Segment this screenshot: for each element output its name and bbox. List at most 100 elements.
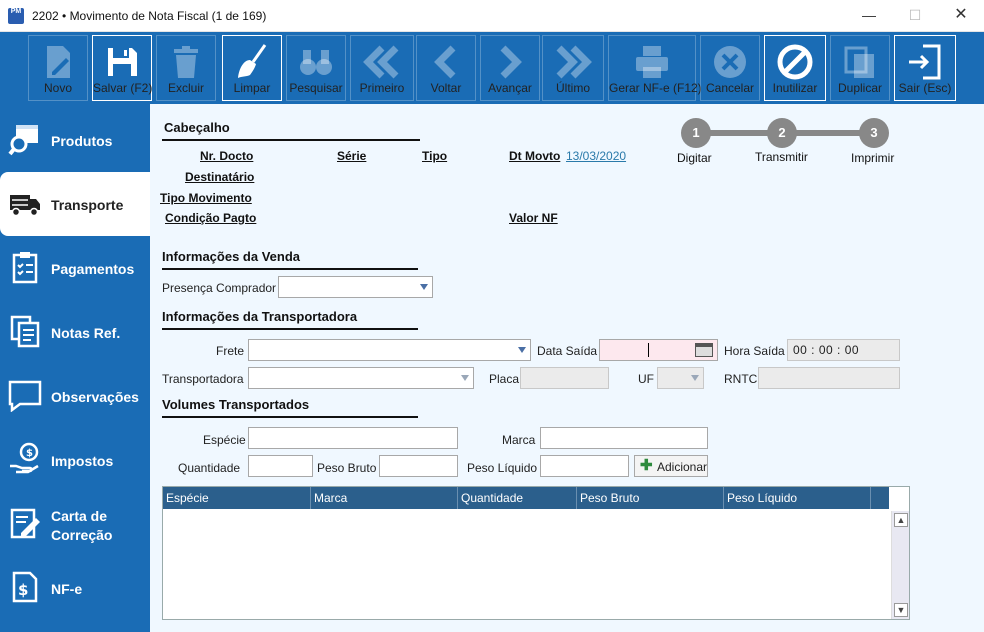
search-button[interactable]: Pesquisar: [286, 35, 346, 101]
scroll-down-icon[interactable]: ▼: [894, 603, 908, 617]
step-2-label: Transmitir: [755, 150, 808, 164]
edit-document-icon: [10, 508, 40, 539]
placa-label: Placa: [489, 372, 520, 386]
money-document-icon: $: [12, 571, 38, 603]
sidebar-item-label: Carta de: [51, 508, 108, 524]
sidebar-item-observacoes[interactable]: Observações: [0, 364, 150, 428]
peso-liquido-input[interactable]: [540, 455, 629, 477]
step-2-circle: 2: [767, 118, 797, 148]
header-section-title: Cabeçalho: [164, 120, 230, 135]
transportadora-section-divider: [162, 328, 418, 330]
prohibited-icon: [765, 36, 825, 82]
rntc-input[interactable]: [758, 367, 900, 389]
binoculars-icon: [287, 36, 345, 82]
transportadora-select[interactable]: [248, 367, 474, 389]
transportadora-label: Transportadora: [162, 372, 244, 386]
hora-saida-label: Hora Saída: [724, 344, 785, 358]
frete-select[interactable]: [248, 339, 531, 361]
hora-saida-value: 00 : 00 : 00: [793, 343, 860, 357]
chevron-left-icon: [417, 36, 475, 82]
venda-section-title: Informações da Venda: [162, 249, 300, 264]
clipboard-list-icon: [12, 252, 38, 284]
clear-button[interactable]: Limpar: [222, 35, 282, 101]
minimize-button[interactable]: —: [846, 0, 892, 32]
generate-nfe-button[interactable]: Gerar NF-e (F12): [608, 35, 702, 101]
save-button[interactable]: Salvar (F2): [92, 35, 152, 101]
sidebar-item-notas-ref[interactable]: Notas Ref.: [0, 300, 150, 364]
sidebar-item-produtos[interactable]: Produtos: [0, 108, 150, 172]
delete-button[interactable]: Excluir: [156, 35, 216, 101]
header-section-divider: [162, 139, 420, 141]
plus-icon: ✚: [640, 457, 653, 474]
tipo-label: Tipo: [422, 149, 448, 163]
truck-icon: [10, 195, 40, 217]
calendar-icon[interactable]: [695, 343, 713, 357]
text-cursor: [648, 343, 649, 357]
placa-input[interactable]: [520, 367, 609, 389]
copy-icon: [831, 36, 889, 82]
marca-input[interactable]: [540, 427, 708, 449]
presenca-comprador-label: Presença Comprador: [162, 281, 277, 295]
peso-bruto-input[interactable]: [379, 455, 458, 477]
back-button[interactable]: Voltar: [416, 35, 476, 101]
sidebar-item-transporte[interactable]: Transporte: [0, 172, 150, 236]
valor-nf-label: Valor NF: [509, 211, 558, 225]
documents-icon: [10, 315, 40, 348]
step-1-circle: 1: [681, 118, 711, 148]
column-header-especie[interactable]: Espécie: [163, 487, 311, 509]
column-header-quantidade[interactable]: Quantidade: [458, 487, 577, 509]
printer-icon: [609, 36, 695, 82]
rntc-label: RNTC: [724, 372, 758, 386]
column-header-peso-bruto[interactable]: Peso Bruto: [577, 487, 724, 509]
table-header: Espécie Marca Quantidade Peso Bruto Peso…: [163, 487, 871, 509]
window-title: 2202 • Movimento de Nota Fiscal (1 de 16…: [32, 9, 267, 23]
maximize-button[interactable]: ☐: [892, 0, 938, 32]
last-button[interactable]: Último: [542, 35, 604, 101]
scroll-up-icon[interactable]: ▲: [894, 513, 908, 527]
x-circle-icon: [701, 36, 759, 82]
tipo-movimento-label: Tipo Movimento: [160, 191, 252, 205]
speech-bubble-icon: [8, 380, 42, 412]
column-header-marca[interactable]: Marca: [311, 487, 458, 509]
data-saida-input[interactable]: [599, 339, 718, 361]
table-scrollbar[interactable]: ▲ ▼: [891, 511, 909, 619]
main-panel: Cabeçalho Nr. Docto Série Tipo Dt Movto …: [150, 104, 984, 632]
peso-liquido-label: Peso Líquido: [467, 461, 538, 475]
cancel-button[interactable]: Cancelar: [700, 35, 760, 101]
dt-movto-label: Dt Movto: [509, 149, 561, 163]
toolbar: Novo Salvar (F2) Excluir Limpar Pesquisa…: [0, 32, 984, 104]
step-3-label: Imprimir: [851, 151, 895, 165]
peso-bruto-label: Peso Bruto: [317, 461, 377, 475]
especie-input[interactable]: [248, 427, 458, 449]
double-chevron-left-icon: [351, 36, 413, 82]
app-logo-icon: PM: [8, 8, 24, 24]
first-button[interactable]: Primeiro: [350, 35, 414, 101]
box-search-icon: [8, 125, 38, 156]
add-volume-button[interactable]: ✚ Adicionar: [634, 455, 708, 477]
new-button[interactable]: Novo: [28, 35, 88, 101]
uf-select[interactable]: [657, 367, 704, 389]
duplicate-button[interactable]: Duplicar: [830, 35, 890, 101]
quantidade-input[interactable]: [248, 455, 313, 477]
column-header-peso-liquido[interactable]: Peso Líquido: [724, 487, 871, 509]
inutilizar-button[interactable]: Inutilizar: [764, 35, 826, 101]
exit-button[interactable]: Sair (Esc): [894, 35, 956, 101]
trash-icon: [157, 36, 215, 82]
forward-button[interactable]: Avançar: [480, 35, 540, 101]
hora-saida-input[interactable]: 00 : 00 : 00: [787, 339, 900, 361]
marca-label: Marca: [502, 433, 536, 447]
sidebar-item-nfe[interactable]: $ NF-e: [0, 556, 150, 620]
chevron-down-icon: [691, 375, 699, 381]
especie-label: Espécie: [203, 433, 246, 447]
sidebar-item-pagamentos[interactable]: Pagamentos: [0, 236, 150, 300]
close-button[interactable]: ✕: [938, 0, 984, 32]
step-1-label: Digitar: [677, 151, 712, 165]
dt-movto-value[interactable]: 13/03/2020: [566, 149, 626, 163]
presenca-comprador-select[interactable]: [278, 276, 433, 298]
sidebar-item-carta-de-correcao[interactable]: Carta de Correção: [0, 492, 150, 556]
table-header-filler: [871, 487, 889, 509]
chevron-right-icon: [481, 36, 539, 82]
sidebar-item-impostos[interactable]: $ Impostos: [0, 428, 150, 492]
chevron-down-icon: [420, 284, 428, 290]
sidebar-item-label-line2: Correção: [51, 527, 113, 543]
